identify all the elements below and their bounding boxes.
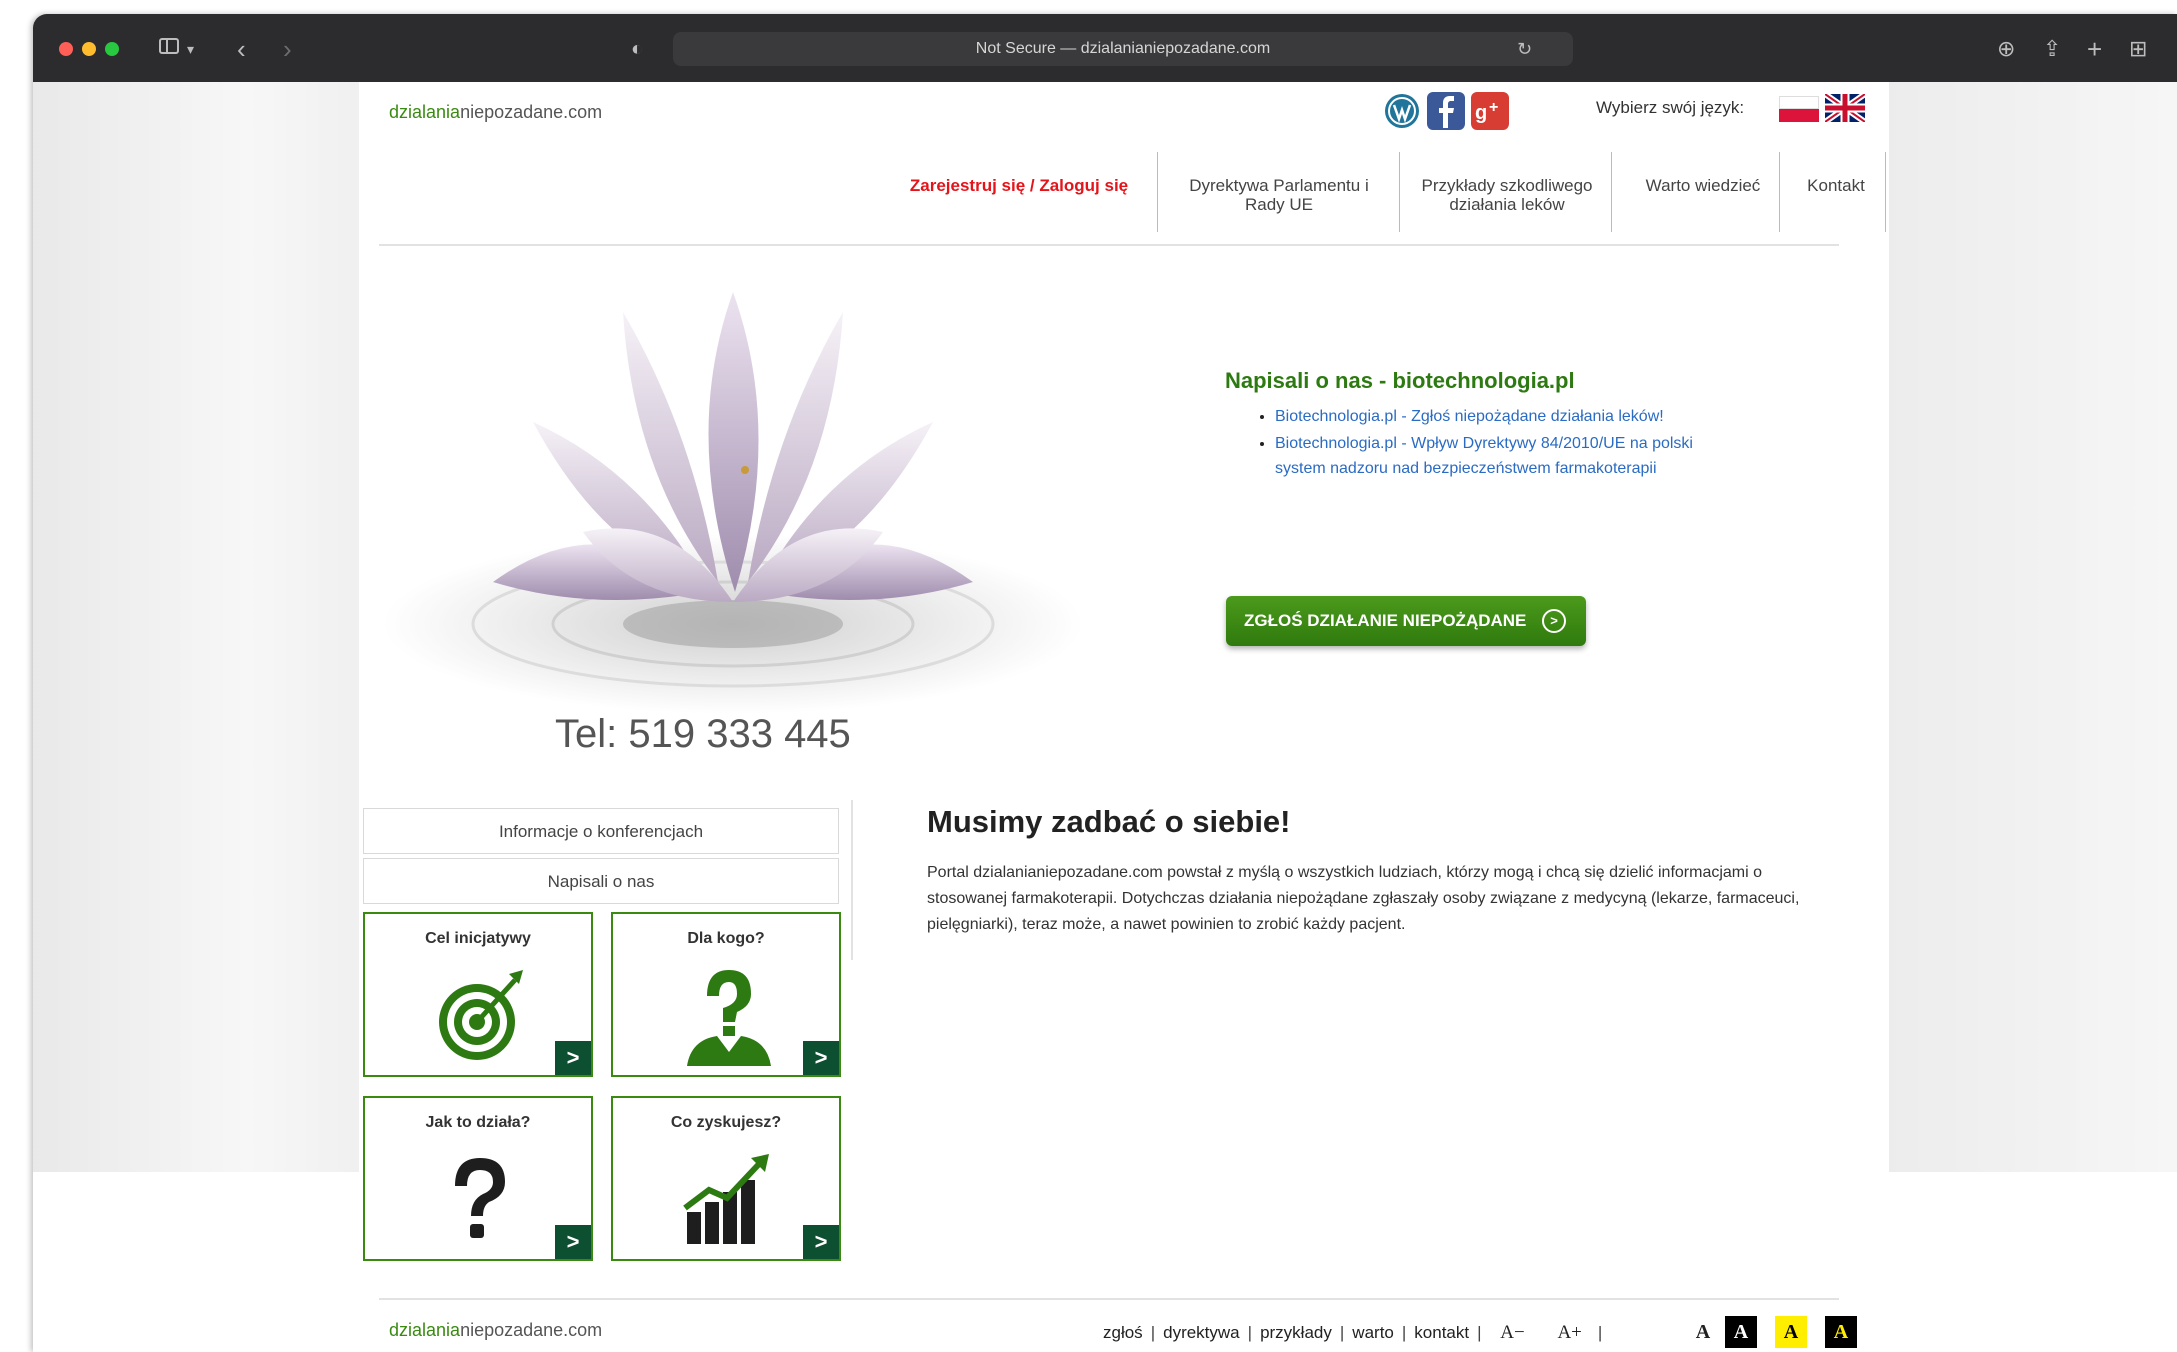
- person-question-icon: [673, 966, 783, 1066]
- tile-for-whom[interactable]: Dla kogo? >: [611, 912, 841, 1077]
- main-paragraph: Portal dzialanianiepozadane.com powstał …: [927, 864, 1800, 933]
- footer-link-examples[interactable]: przykłady: [1260, 1323, 1332, 1342]
- tile-arrow-button[interactable]: >: [555, 1225, 591, 1259]
- news-item: Biotechnologia.pl - Zgłoś niepożądane dz…: [1275, 404, 1735, 429]
- footer-divider: [379, 1298, 1839, 1300]
- logo-green-text: dzialania: [389, 1320, 461, 1340]
- menu-conferences[interactable]: Informacje o konferencjach: [363, 808, 839, 854]
- footer-links: zgłoś | dyrektywa | przykłady | warto | kontakt |…: [1103, 1322, 1603, 1343]
- logo-gray-text: niepozadane.com: [460, 1320, 603, 1340]
- minimize-window-button[interactable]: [82, 42, 96, 56]
- close-window-button[interactable]: [59, 42, 73, 56]
- news-link[interactable]: Biotechnologia.pl - Wpływ Dyrektywy 84/2…: [1275, 435, 1693, 477]
- nav-separator: [1157, 152, 1158, 232]
- logo-green-text: dzialania: [389, 102, 461, 122]
- new-tab-icon[interactable]: +: [2087, 32, 2102, 66]
- logo-gray-text: niepozadane.com: [460, 102, 603, 122]
- nav-register-login[interactable]: Zarejestruj się / Zaloguj się: [901, 152, 1137, 232]
- tile-arrow-button[interactable]: >: [803, 1041, 839, 1075]
- page-viewport: dzialanianiepozadane.com g + Wybierz swój…: [33, 82, 2177, 1352]
- question-mark-icon: [425, 1150, 535, 1250]
- font-increase-button[interactable]: A+: [1557, 1322, 1581, 1343]
- wordpress-icon[interactable]: [1383, 92, 1421, 130]
- main-heading: Musimy zadbać o siebie!: [927, 804, 1291, 839]
- tile-title: Dla kogo?: [687, 930, 765, 947]
- privacy-shield-icon[interactable]: ◐: [631, 32, 643, 66]
- polish-flag-icon[interactable]: [1779, 96, 1819, 122]
- site-logo[interactable]: dzialanianiepozadane.com: [389, 102, 602, 123]
- svg-text:+: +: [1489, 99, 1498, 116]
- tile-title: Cel inicjatywy: [425, 930, 531, 947]
- nav-item-contact[interactable]: Kontakt: [1791, 152, 1881, 232]
- back-icon[interactable]: ‹: [237, 32, 246, 66]
- contrast-black-yellow-button[interactable]: A: [1825, 1316, 1857, 1348]
- menu-about-us[interactable]: Napisali o nas: [363, 858, 839, 904]
- download-icon[interactable]: ⊕: [1997, 32, 2015, 66]
- tile-arrow-button[interactable]: >: [803, 1225, 839, 1259]
- zoom-window-button[interactable]: [105, 42, 119, 56]
- nav-separator: [1779, 152, 1780, 232]
- target-icon: [425, 966, 535, 1066]
- nav-item-worth-knowing[interactable]: Warto wiedzieć: [1623, 152, 1783, 232]
- font-decrease-button[interactable]: A−: [1500, 1322, 1524, 1343]
- footer-link-contact[interactable]: kontakt: [1414, 1323, 1469, 1342]
- sidebar-icon[interactable]: [159, 38, 179, 54]
- share-icon[interactable]: ⇪: [2043, 32, 2061, 66]
- nav-item-examples[interactable]: Przykłady szkodliwego działania leków: [1409, 152, 1605, 214]
- growth-chart-icon: [673, 1150, 783, 1250]
- news-list: Biotechnologia.pl - Zgłoś niepożądane dz…: [1251, 404, 1735, 483]
- nav-separator: [1611, 152, 1612, 232]
- reload-icon[interactable]: ↻: [1517, 32, 1532, 66]
- language-label: Wybierz swój język:: [1596, 98, 1745, 117]
- footer-link-report[interactable]: zgłoś: [1103, 1323, 1143, 1342]
- footer-link-directive[interactable]: dyrektywa: [1163, 1323, 1240, 1342]
- nav-item-directive[interactable]: Dyrektywa Parlamentu i Rady UE: [1169, 152, 1389, 214]
- arrow-right-circle-icon: >: [1542, 609, 1566, 633]
- contrast-yellow-button[interactable]: A: [1775, 1316, 1807, 1348]
- news-item: Biotechnologia.pl - Wpływ Dyrektywy 84/2…: [1275, 431, 1735, 481]
- contrast-black-white-button[interactable]: A: [1725, 1316, 1757, 1348]
- tile-how-it-works[interactable]: Jak to działa? >: [363, 1096, 593, 1261]
- forward-icon[interactable]: ›: [283, 32, 292, 66]
- svg-text:g: g: [1475, 102, 1487, 124]
- phone-number[interactable]: Tel: 519 333 445: [555, 712, 851, 757]
- contrast-default-button[interactable]: A: [1687, 1316, 1719, 1348]
- nav-divider: [379, 244, 1839, 246]
- address-bar[interactable]: Not Secure — dzialanianiepozadane.com: [673, 32, 1573, 66]
- cta-label: ZGŁOŚ DZIAŁANIE NIEPOŻĄDANE: [1244, 611, 1527, 630]
- google-plus-icon[interactable]: g +: [1471, 92, 1509, 130]
- column-divider: [851, 800, 853, 960]
- footer-link-worth[interactable]: warto: [1352, 1323, 1394, 1342]
- news-link[interactable]: Biotechnologia.pl - Zgłoś niepożądane dz…: [1275, 408, 1664, 425]
- uk-flag-icon[interactable]: [1823, 91, 1867, 125]
- main-nav: Zarejestruj się / Zaloguj się Dyrektywa …: [359, 152, 1889, 232]
- browser-toolbar: ▾ ‹ › ◐ Not Secure — dzialanianiepozadan…: [33, 14, 2177, 83]
- tile-title: Co zyskujesz?: [670, 1114, 782, 1131]
- footer-logo[interactable]: dzialanianiepozadane.com: [389, 1320, 602, 1341]
- facebook-icon[interactable]: [1427, 92, 1465, 130]
- nav-separator: [1399, 152, 1400, 232]
- report-adverse-effect-button[interactable]: ZGŁOŚ DZIAŁANIE NIEPOŻĄDANE >: [1226, 596, 1586, 646]
- lotus-hero-image: [373, 252, 1087, 722]
- site-content: dzialanianiepozadane.com g + Wybierz swój…: [359, 82, 1889, 1352]
- browser-window: ▾ ‹ › ◐ Not Secure — dzialanianiepozadan…: [33, 14, 2177, 1352]
- tile-title: Jak to działa?: [425, 1114, 531, 1131]
- nav-separator: [1885, 152, 1886, 232]
- news-heading: Napisali o nas - biotechnologia.pl: [1225, 368, 1575, 393]
- tile-benefits[interactable]: Co zyskujesz? >: [611, 1096, 841, 1261]
- tab-overview-icon[interactable]: ⊞: [2129, 32, 2147, 66]
- tile-arrow-button[interactable]: >: [555, 1041, 591, 1075]
- tile-goal[interactable]: Cel inicjatywy >: [363, 912, 593, 1077]
- chevron-down-icon[interactable]: ▾: [187, 32, 194, 66]
